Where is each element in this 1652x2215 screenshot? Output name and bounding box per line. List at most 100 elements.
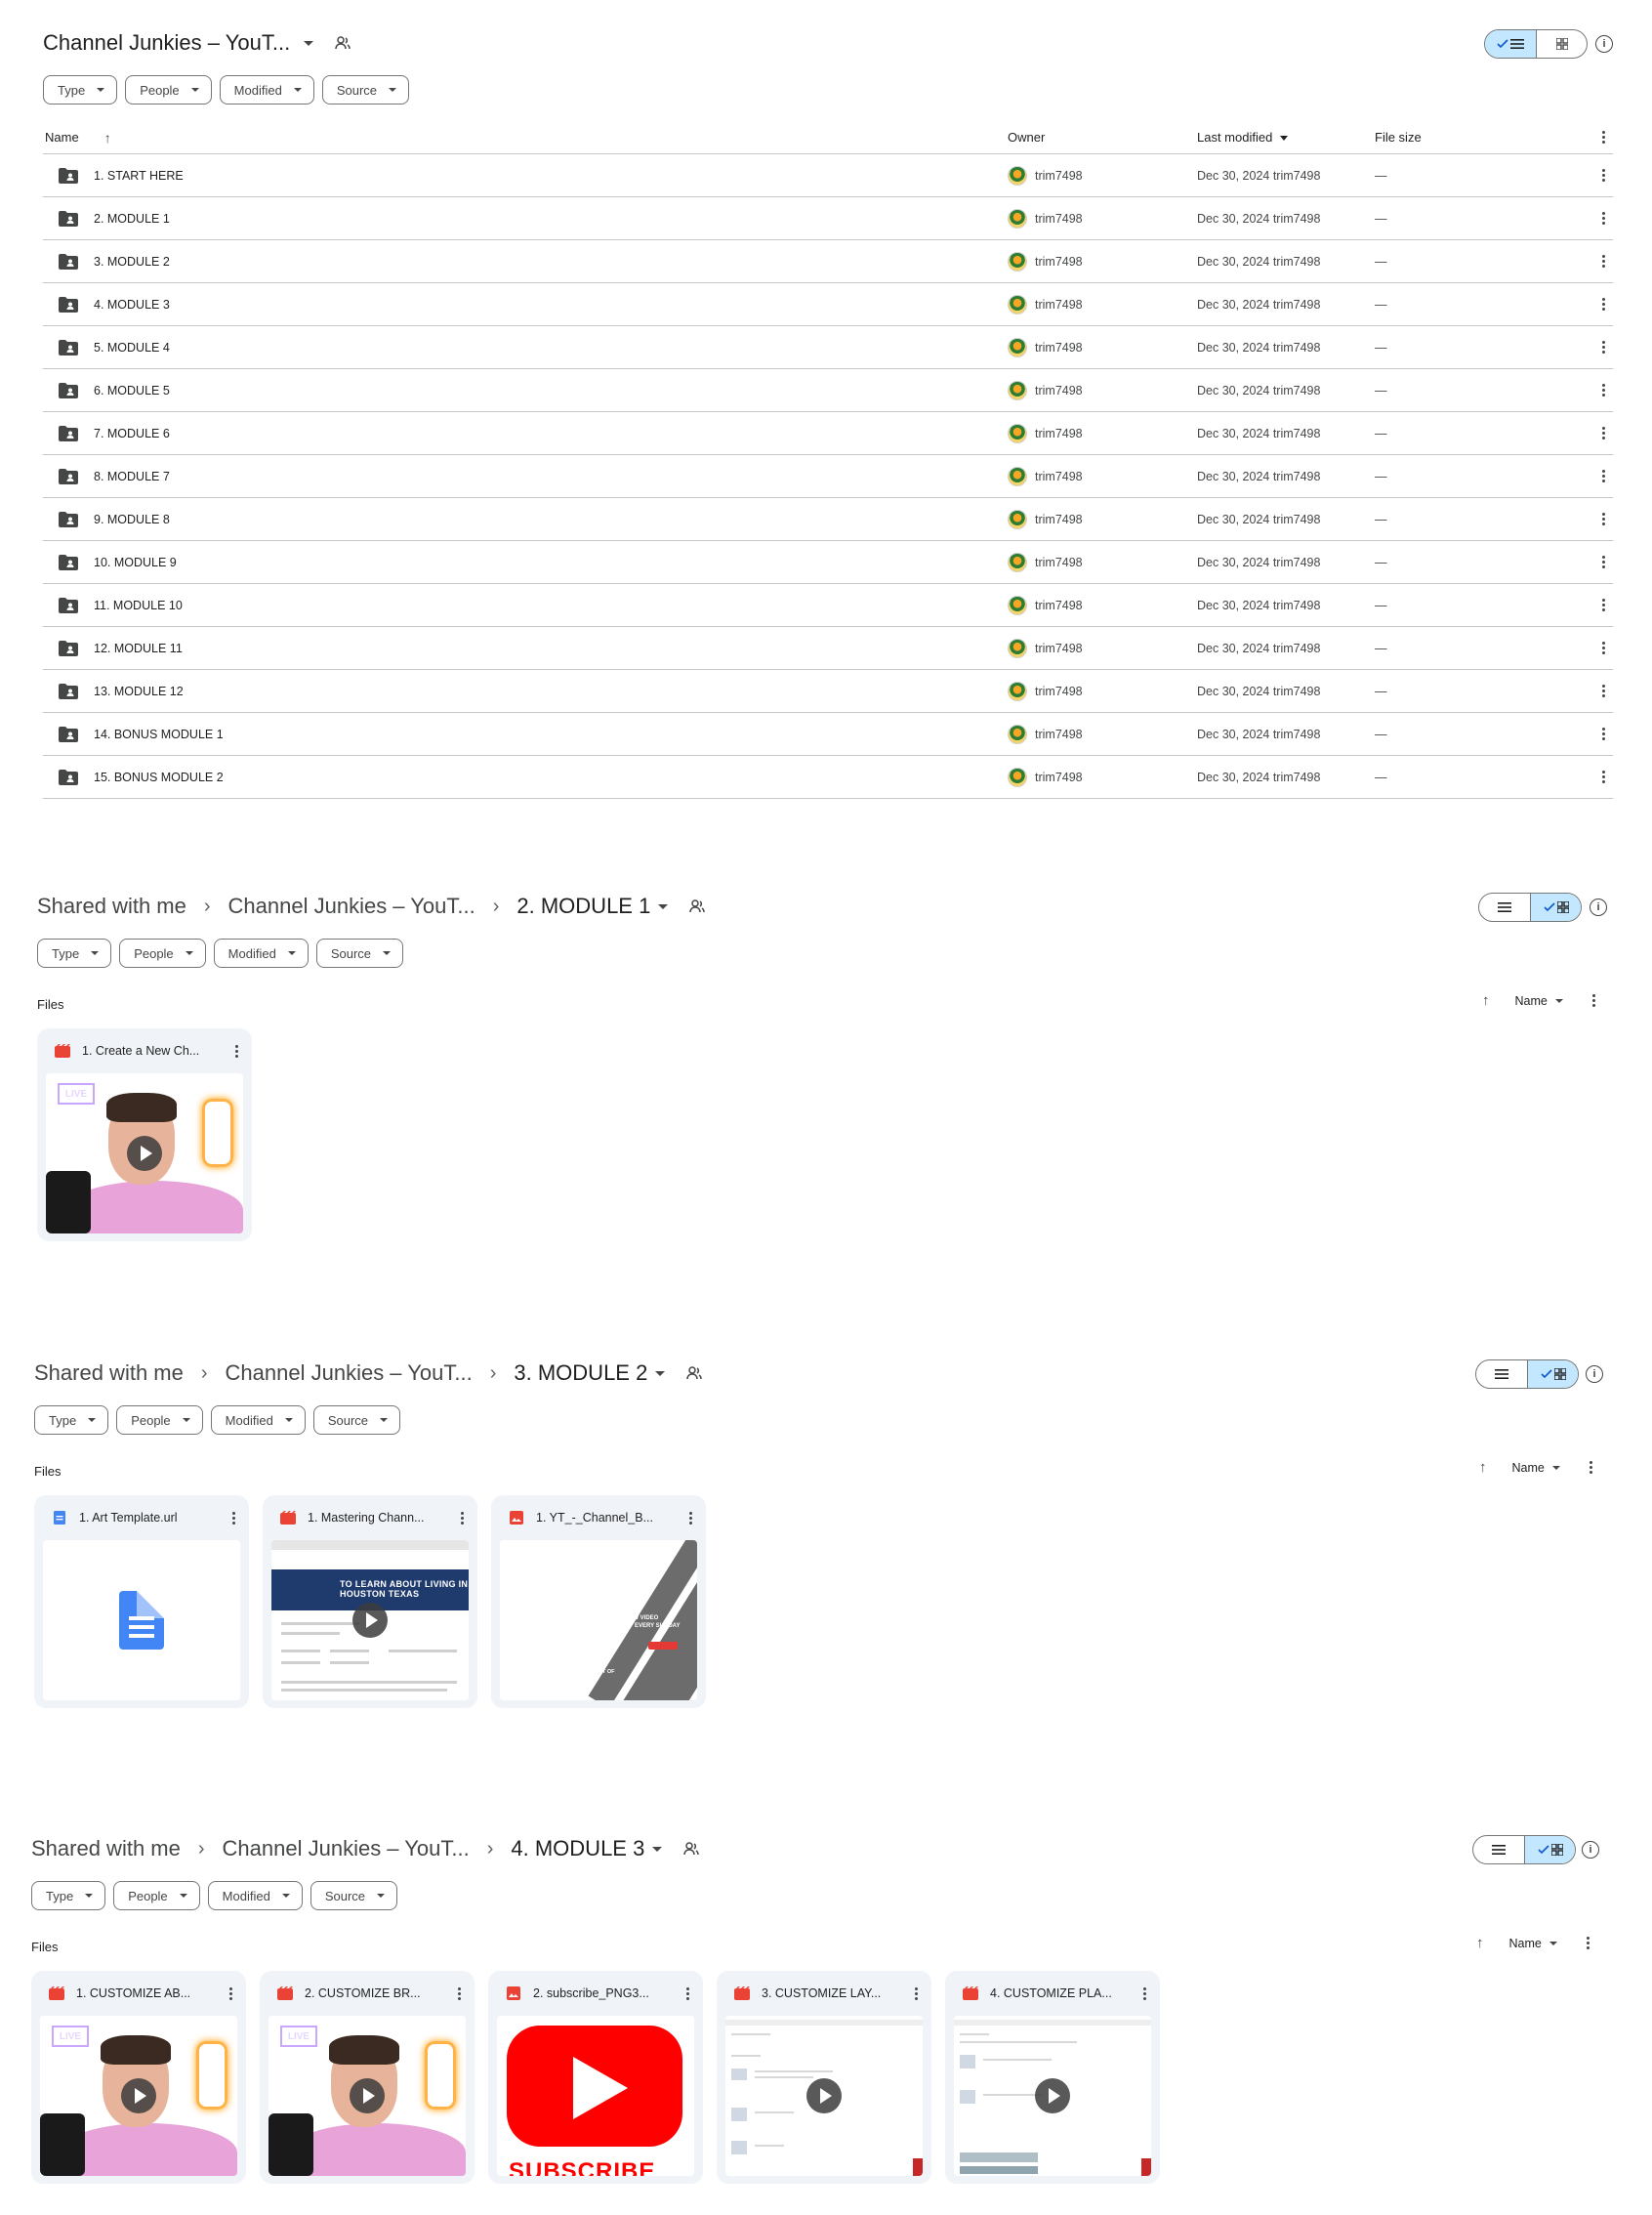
file-name[interactable]: 8. MODULE 7 <box>94 470 170 483</box>
list-view-button[interactable] <box>1485 30 1536 58</box>
table-row[interactable]: 11. MODULE 10 trim7498 Dec 30, 2024 trim74… <box>43 584 1613 627</box>
row-more-actions-button[interactable] <box>1597 685 1609 697</box>
list-view-button[interactable] <box>1476 1360 1527 1388</box>
sort-direction-arrow-icon[interactable]: ↑ <box>1476 1935 1484 1951</box>
row-more-actions-button[interactable] <box>1597 728 1609 740</box>
sort-by-button[interactable]: Name <box>1509 1937 1542 1950</box>
sort-direction-arrow-icon[interactable]: ↑ <box>1482 992 1490 1009</box>
more-vert-icon[interactable] <box>1583 1937 1594 1949</box>
file-name[interactable]: 13. MODULE 12 <box>94 685 184 698</box>
file-name[interactable]: 15. BONUS MODULE 2 <box>94 771 224 784</box>
file-card[interactable]: 1. Create a New Ch... LIVE <box>37 1028 252 1241</box>
filter-people-chip[interactable]: People <box>119 939 206 968</box>
table-row[interactable]: 15. BONUS MODULE 2 trim7498 Dec 30, 2024 t… <box>43 756 1613 799</box>
filter-source-chip[interactable]: Source <box>315 939 404 968</box>
breadcrumb-parent-folder[interactable]: Channel Junkies – YouT... <box>228 894 475 919</box>
file-name[interactable]: 4. MODULE 3 <box>94 298 170 312</box>
table-row[interactable]: 7. MODULE 6 trim7498 Dec 30, 2024 trim7498… <box>43 412 1613 455</box>
play-icon[interactable] <box>806 2078 842 2113</box>
filter-type-chip[interactable]: Type <box>31 1881 106 1910</box>
play-icon[interactable] <box>127 1136 162 1171</box>
table-row[interactable]: 5. MODULE 4 trim7498 Dec 30, 2024 trim7498… <box>43 326 1613 369</box>
file-card[interactable]: 2. subscribe_PNG3... SUBSCRIBE <box>488 1971 703 2184</box>
sort-by-button[interactable]: Name <box>1515 994 1548 1008</box>
table-row[interactable]: 12. MODULE 11 trim7498 Dec 30, 2024 trim74… <box>43 627 1613 670</box>
table-row[interactable]: 13. MODULE 12 trim7498 Dec 30, 2024 trim74… <box>43 670 1613 713</box>
filter-people-chip[interactable]: People <box>125 75 212 104</box>
play-icon[interactable] <box>352 1603 388 1638</box>
sort-direction-arrow-icon[interactable]: ↑ <box>1479 1459 1487 1476</box>
file-name[interactable]: 9. MODULE 8 <box>94 513 170 526</box>
info-icon[interactable]: i <box>1595 35 1613 53</box>
row-more-actions-button[interactable] <box>1597 771 1609 783</box>
row-more-actions-button[interactable] <box>1597 384 1609 397</box>
file-name[interactable]: 14. BONUS MODULE 1 <box>94 728 224 741</box>
file-name[interactable]: 10. MODULE 9 <box>94 556 177 569</box>
info-icon[interactable]: i <box>1586 1365 1603 1383</box>
filter-type-chip[interactable]: Type <box>37 939 112 968</box>
breadcrumb-parent-folder[interactable]: Channel Junkies – YouT... <box>223 1836 470 1861</box>
folder-menu-caret-icon[interactable] <box>655 1370 666 1376</box>
more-vert-icon[interactable] <box>684 1511 696 1525</box>
breadcrumb-shared-with-me[interactable]: Shared with me <box>31 1836 181 1861</box>
folder-title[interactable]: Channel Junkies – YouT... <box>43 30 290 56</box>
filter-people-chip[interactable]: People <box>113 1881 200 1910</box>
more-vert-icon[interactable] <box>453 1986 465 2000</box>
filter-type-chip[interactable]: Type <box>43 75 118 104</box>
info-icon[interactable]: i <box>1582 1841 1599 1859</box>
filter-modified-chip[interactable]: Modified <box>219 75 314 104</box>
grid-view-button[interactable] <box>1536 30 1587 58</box>
last-modified-column-header[interactable]: Last modified <box>1197 130 1288 145</box>
more-vert-icon[interactable] <box>910 1986 922 2000</box>
table-row[interactable]: 14. BONUS MODULE 1 trim7498 Dec 30, 2024 t… <box>43 713 1613 756</box>
breadcrumb-shared-with-me[interactable]: Shared with me <box>34 1360 184 1386</box>
row-more-actions-button[interactable] <box>1597 470 1609 482</box>
play-icon[interactable] <box>1035 2078 1070 2113</box>
file-name[interactable]: 11. MODULE 10 <box>94 599 183 612</box>
sort-by-button[interactable]: Name <box>1512 1461 1545 1475</box>
file-card[interactable]: 1. Mastering Chann... TO LEARN ABOUT LIV… <box>263 1495 477 1708</box>
row-more-actions-button[interactable] <box>1597 513 1609 525</box>
filter-people-chip[interactable]: People <box>116 1405 203 1435</box>
folder-menu-caret-icon[interactable] <box>658 903 669 909</box>
table-row[interactable]: 4. MODULE 3 trim7498 Dec 30, 2024 trim7498… <box>43 283 1613 326</box>
grid-view-button[interactable] <box>1530 894 1581 921</box>
file-name[interactable]: 6. MODULE 5 <box>94 384 170 397</box>
table-row[interactable]: 1. START HERE trim7498 Dec 30, 2024 trim74… <box>43 154 1613 197</box>
table-row[interactable]: 3. MODULE 2 trim7498 Dec 30, 2024 trim7498… <box>43 240 1613 283</box>
filter-source-chip[interactable]: Source <box>310 1881 398 1910</box>
filter-source-chip[interactable]: Source <box>321 75 410 104</box>
grid-view-button[interactable] <box>1524 1836 1575 1863</box>
list-view-button[interactable] <box>1473 1836 1524 1863</box>
file-name[interactable]: 7. MODULE 6 <box>94 427 170 440</box>
name-column-header[interactable]: Name ↑ <box>45 130 111 146</box>
breadcrumb-current-folder[interactable]: 2. MODULE 1 <box>516 894 650 919</box>
file-card[interactable]: 1. CUSTOMIZE AB... LIVE <box>31 1971 246 2184</box>
row-more-actions-button[interactable] <box>1597 298 1609 311</box>
filter-source-chip[interactable]: Source <box>312 1405 401 1435</box>
table-row[interactable]: 8. MODULE 7 trim7498 Dec 30, 2024 trim7498… <box>43 455 1613 498</box>
row-more-actions-button[interactable] <box>1597 427 1609 439</box>
row-more-actions-button[interactable] <box>1597 642 1609 654</box>
more-vert-icon[interactable] <box>1589 994 1600 1007</box>
row-more-actions-button[interactable] <box>1597 556 1609 568</box>
file-card[interactable]: 1. YT_-_Channel_B... EVERYTHING INSIDE T… <box>491 1495 706 1708</box>
row-more-actions-button[interactable] <box>1597 341 1609 354</box>
folder-menu-caret-icon[interactable] <box>652 1846 663 1852</box>
filter-modified-chip[interactable]: Modified <box>210 1405 306 1435</box>
more-vert-icon[interactable] <box>681 1986 693 2000</box>
more-vert-icon[interactable] <box>1138 1986 1150 2000</box>
more-vert-icon[interactable] <box>227 1511 239 1525</box>
file-card[interactable]: 3. CUSTOMIZE LAY... <box>717 1971 931 2184</box>
file-card[interactable]: 2. CUSTOMIZE BR... LIVE <box>260 1971 475 2184</box>
breadcrumb-current-folder[interactable]: 4. MODULE 3 <box>511 1836 644 1861</box>
table-row[interactable]: 6. MODULE 5 trim7498 Dec 30, 2024 trim7498… <box>43 369 1613 412</box>
table-row[interactable]: 10. MODULE 9 trim7498 Dec 30, 2024 trim749… <box>43 541 1613 584</box>
file-name[interactable]: 2. MODULE 1 <box>94 212 170 226</box>
filter-modified-chip[interactable]: Modified <box>207 1881 303 1910</box>
breadcrumb-parent-folder[interactable]: Channel Junkies – YouT... <box>226 1360 473 1386</box>
breadcrumb-shared-with-me[interactable]: Shared with me <box>37 894 186 919</box>
table-row[interactable]: 9. MODULE 8 trim7498 Dec 30, 2024 trim7498… <box>43 498 1613 541</box>
filter-type-chip[interactable]: Type <box>34 1405 109 1435</box>
file-name[interactable]: 1. START HERE <box>94 169 184 183</box>
